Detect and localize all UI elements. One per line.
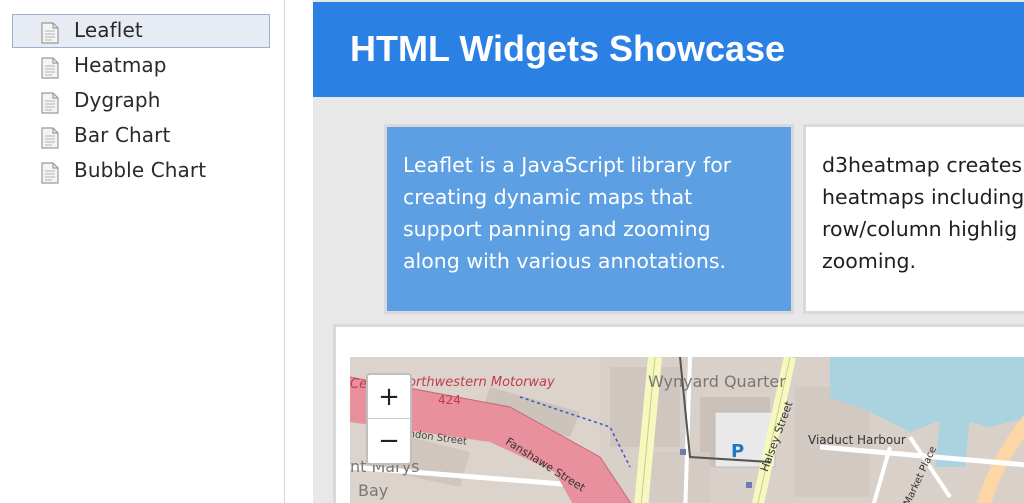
map-label-bay: Bay <box>358 481 389 500</box>
sidebar-item-label: Dygraph <box>74 88 161 112</box>
main-content: HTML Widgets Showcase Leaflet is a JavaS… <box>313 0 1024 503</box>
heatmap-description-card: d3heatmap creates heatmaps including row… <box>803 124 1024 314</box>
map-label-ce: Ce <box>350 377 368 392</box>
sidebar-item-bar-chart[interactable]: Bar Chart <box>12 119 270 153</box>
page-title: HTML Widgets Showcase <box>350 28 786 69</box>
map-label-motorway: orthwestern Motorway <box>408 375 555 390</box>
map-label-viaduct: Viaduct Harbour <box>808 433 906 447</box>
sidebar-item-bubble-chart[interactable]: Bubble Chart <box>12 154 270 188</box>
card-text: d3heatmap creates heatmaps including row… <box>822 153 1024 273</box>
map-label-parking: P <box>731 441 745 462</box>
header-banner: HTML Widgets Showcase <box>313 2 1024 97</box>
sidebar-item-label: Heatmap <box>74 53 167 77</box>
sidebar-item-dygraph[interactable]: Dygraph <box>12 84 270 118</box>
zoom-out-button[interactable]: − <box>368 419 410 463</box>
map-label-route-424: 424 <box>438 393 461 407</box>
map-label-wynyard: Wynyard Quarter <box>648 372 786 391</box>
document-icon <box>41 127 59 149</box>
leaflet-map[interactable]: Ce orthwestern Motorway 424 Wynyard Quar… <box>350 357 1024 503</box>
panel-divider <box>286 0 313 503</box>
document-icon <box>41 22 59 44</box>
sidebar-item-heatmap[interactable]: Heatmap <box>12 49 270 83</box>
sidebar-item-label: Leaflet <box>74 18 143 42</box>
sidebar-item-label: Bubble Chart <box>74 158 207 182</box>
zoom-in-button[interactable]: + <box>368 375 410 419</box>
document-icon <box>41 92 59 114</box>
sidebar-item-label: Bar Chart <box>74 123 171 147</box>
map-widget-frame: Ce orthwestern Motorway 424 Wynyard Quar… <box>333 324 1024 503</box>
document-icon <box>41 162 59 184</box>
map-zoom-control: + − <box>366 373 412 465</box>
card-text: Leaflet is a JavaScript library for crea… <box>403 153 732 273</box>
sidebar-item-leaflet[interactable]: Leaflet <box>12 14 270 48</box>
sidebar: Leaflet Heatmap Dygraph Bar Chart Bubble… <box>0 0 285 503</box>
leaflet-description-card: Leaflet is a JavaScript library for crea… <box>384 124 794 314</box>
document-icon <box>41 57 59 79</box>
